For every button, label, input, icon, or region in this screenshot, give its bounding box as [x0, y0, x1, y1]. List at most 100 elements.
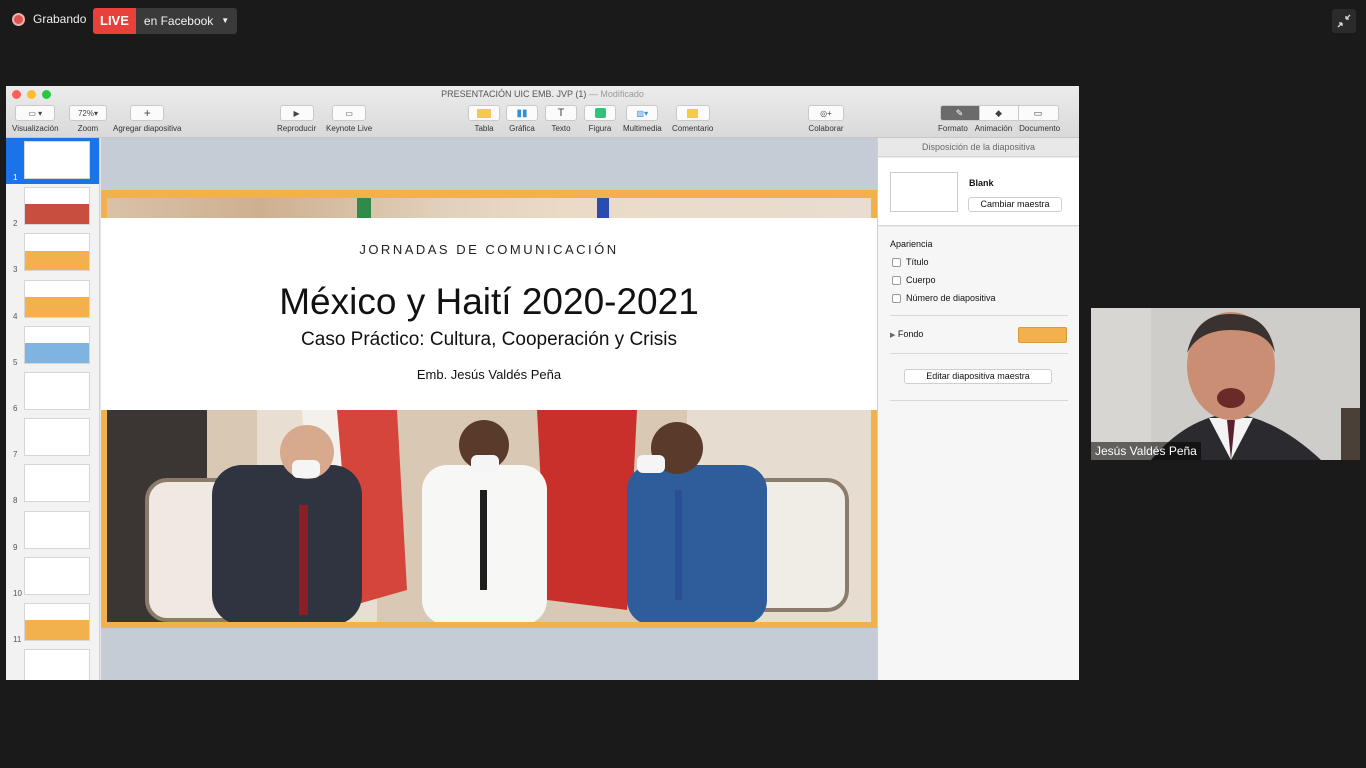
slide-number-checkbox-row[interactable]: Número de diapositiva	[892, 293, 996, 303]
zoom-label: Zoom	[77, 124, 99, 133]
collaborate-icon: ◎+	[820, 108, 832, 118]
slide-thumbnail[interactable]	[24, 372, 90, 410]
comment-tool[interactable]: Comentario	[672, 105, 713, 133]
chart-tool[interactable]: ▮▮ Gráfica	[506, 105, 538, 133]
collaborate-button[interactable]: ◎+	[808, 105, 844, 121]
media-button[interactable]: ▨▾	[626, 105, 659, 121]
slide-canvas[interactable]: JORNADAS DE COMUNICACIÓN México y Haití …	[101, 138, 877, 680]
text-button[interactable]: T	[545, 105, 577, 121]
view-tool[interactable]: ▭ ▾ Visualización	[12, 105, 59, 133]
slide-number-checkbox[interactable]	[892, 293, 901, 303]
text-tool[interactable]: T Texto	[545, 105, 577, 133]
master-thumbnail[interactable]	[890, 172, 958, 212]
table-icon	[477, 108, 491, 118]
slide-navigator[interactable]: 123456789101112	[6, 138, 100, 680]
slide-number: 8	[13, 496, 18, 506]
play-button[interactable]: ▶	[279, 105, 314, 121]
exit-fullscreen-button[interactable]	[1332, 9, 1356, 33]
slide-thumbnail[interactable]	[24, 649, 90, 680]
inspector-segmented-control[interactable]: ✎ ◆ ▭	[939, 105, 1059, 121]
slide-thumbnail-row[interactable]: 5	[6, 323, 99, 369]
background-label: Fondo	[897, 329, 924, 339]
thumbnail-preview	[25, 666, 89, 680]
slide-thumbnail[interactable]	[24, 603, 90, 641]
slide-thumbnail-row[interactable]: 2	[6, 184, 99, 230]
slide-thumbnail-row[interactable]: 8	[6, 461, 99, 507]
thumbnail-preview	[25, 204, 89, 225]
shape-tool[interactable]: Figura	[584, 105, 616, 133]
slide-thumbnail-row[interactable]: 7	[6, 415, 99, 461]
edit-master-button[interactable]: Editar diapositiva maestra	[904, 369, 1052, 384]
slide-thumbnail[interactable]	[24, 187, 90, 226]
slide-thumbnail-row[interactable]: 6	[6, 369, 99, 415]
title-checkbox[interactable]	[892, 257, 901, 267]
thumbnail-preview	[25, 158, 89, 178]
live-badge: LIVE	[93, 8, 136, 34]
zoom-select[interactable]: 72% ▾	[69, 105, 107, 121]
table-tool[interactable]: Tabla	[468, 105, 500, 133]
document-tab[interactable]: ▭	[1018, 106, 1058, 120]
live-destination-dropdown[interactable]: en Facebook ▼	[135, 8, 238, 34]
keynote-live-tool[interactable]: ▭ Keynote Live	[326, 105, 372, 133]
slide-thumbnail[interactable]	[24, 418, 90, 457]
chart-button[interactable]: ▮▮	[506, 105, 538, 121]
inspector-panel: Disposición de la diapositiva Blank Camb…	[877, 138, 1079, 680]
slide-thumbnail[interactable]	[24, 279, 90, 318]
diamond-icon: ◆	[995, 107, 1002, 118]
slide-thumbnail[interactable]	[24, 556, 90, 595]
body-checkbox-label: Cuerpo	[906, 275, 936, 285]
comment-button[interactable]	[675, 105, 710, 121]
slide-thumbnail[interactable]	[24, 141, 90, 179]
media-label: Multimedia	[623, 124, 662, 133]
slide-thumbnail-row[interactable]: 3	[6, 230, 99, 276]
slide-thumbnail[interactable]	[24, 325, 90, 364]
zoom-value: 72%	[77, 108, 94, 118]
format-tab[interactable]: ✎	[940, 106, 980, 120]
play-tool[interactable]: ▶ Reproducir	[277, 105, 316, 133]
current-slide[interactable]: JORNADAS DE COMUNICACIÓN México y Haití …	[101, 190, 877, 628]
body-checkbox-row[interactable]: Cuerpo	[892, 275, 936, 285]
change-master-button[interactable]: Cambiar maestra	[968, 197, 1062, 212]
keynote-window: PRESENTACIÓN UIC EMB. JVP (1) — Modifica…	[6, 86, 1079, 680]
add-slide-tool[interactable]: + Agregar diapositiva	[113, 105, 181, 133]
keynote-live-button[interactable]: ▭	[332, 105, 367, 121]
play-label: Reproducir	[277, 124, 317, 133]
slide-thumbnail[interactable]	[24, 233, 90, 272]
slide-thumbnail-row[interactable]: 4	[6, 277, 99, 323]
collaborate-label: Colaborar	[808, 124, 844, 133]
inspector-tabs[interactable]: ✎ ◆ ▭ Formato Animación Documento	[938, 105, 1060, 133]
collaborate-tool[interactable]: ◎+ Colaborar	[808, 105, 844, 133]
slide-thumbnail-row[interactable]: 10	[6, 554, 99, 600]
slide-number: 10	[13, 588, 22, 598]
live-stream-control[interactable]: LIVE en Facebook ▼	[93, 8, 238, 34]
zoom-tool[interactable]: 72% ▾ Zoom	[69, 105, 107, 133]
shape-button[interactable]	[584, 105, 616, 121]
background-disclosure[interactable]: ▶ Fondo	[890, 329, 923, 339]
window-title: PRESENTACIÓN UIC EMB. JVP (1) — Modifica…	[6, 89, 1079, 99]
image-icon: ▨▾	[636, 108, 649, 118]
appearance-section: Apariencia Título Cuerpo Número de diapo…	[878, 227, 1079, 680]
view-button[interactable]: ▭ ▾	[15, 105, 56, 121]
thumbnail-preview	[25, 620, 89, 640]
slide-number: 6	[13, 404, 18, 413]
slide-thumbnail-row[interactable]: 12	[6, 646, 99, 680]
add-slide-button[interactable]: +	[130, 105, 165, 121]
body-checkbox[interactable]	[892, 275, 901, 285]
background-color-swatch[interactable]	[1018, 327, 1067, 343]
slide-number: 2	[13, 219, 18, 229]
slide-thumbnail-row[interactable]: 9	[6, 508, 99, 554]
add-slide-label: Agregar diapositiva	[113, 124, 182, 133]
document-name: PRESENTACIÓN UIC EMB. JVP (1)	[441, 89, 587, 99]
title-checkbox-row[interactable]: Título	[892, 257, 929, 267]
table-button[interactable]	[468, 105, 500, 121]
slide-thumbnail[interactable]	[24, 510, 90, 549]
slide-top-photo-strip	[107, 198, 871, 220]
animate-tab[interactable]: ◆	[979, 106, 1019, 120]
slide-thumbnail[interactable]	[24, 464, 90, 503]
media-tool[interactable]: ▨▾ Multimedia	[623, 105, 662, 133]
speaker-video[interactable]: Jesús Valdés Peña	[1091, 308, 1360, 460]
slide-thumbnail-row[interactable]: 11	[6, 600, 99, 646]
divider	[890, 400, 1068, 401]
chart-label: Gráfica	[509, 124, 535, 133]
slide-thumbnail-row[interactable]: 1	[6, 138, 99, 184]
